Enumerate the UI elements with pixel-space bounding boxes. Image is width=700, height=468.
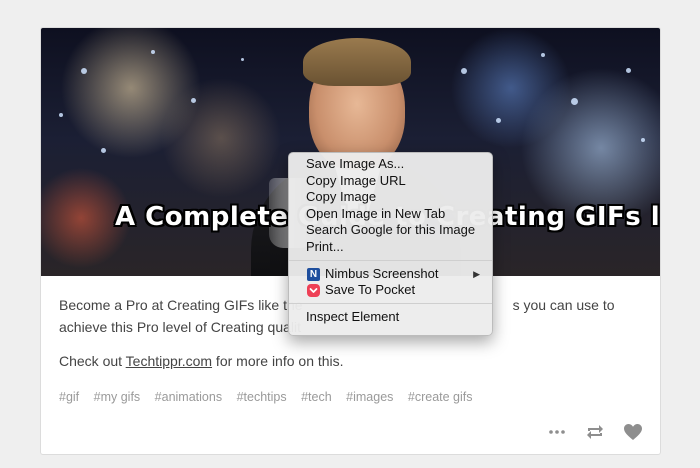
techtippr-link[interactable]: Techtippr.com: [126, 353, 212, 369]
tag-link[interactable]: #create gifs: [408, 390, 473, 404]
nimbus-icon: N: [307, 267, 320, 281]
context-menu: Save Image As... Copy Image URL Copy Ima…: [288, 152, 493, 336]
paragraph-text: Check out: [59, 353, 126, 369]
paragraph-text: Become a Pro at Creating GIFs like the: [59, 297, 303, 313]
menu-separator: [289, 259, 492, 261]
paragraph-text: s you can use to: [512, 297, 615, 313]
menu-item-print[interactable]: Print...: [289, 239, 492, 256]
tag-link[interactable]: #images: [346, 390, 393, 404]
menu-item-copy-image[interactable]: Copy Image: [289, 189, 492, 206]
post-paragraph: Check out Techtippr.com for more info on…: [59, 350, 649, 372]
tag-link[interactable]: #techtips: [237, 390, 287, 404]
submenu-arrow-icon: ▶: [473, 268, 480, 279]
menu-item-label: Save To Pocket: [325, 282, 416, 298]
paragraph-text: achieve this Pro level of Creating quali…: [59, 319, 302, 335]
menu-item-save-image-as[interactable]: Save Image As...: [289, 156, 492, 173]
reblog-icon[interactable]: [584, 421, 606, 443]
menu-item-save-to-pocket[interactable]: Save To Pocket: [289, 282, 492, 299]
paragraph-text: for more info on this.: [212, 353, 344, 369]
tag-link[interactable]: #gif: [59, 390, 79, 404]
tag-link[interactable]: #tech: [301, 390, 332, 404]
menu-item-nimbus-screenshot[interactable]: N Nimbus Screenshot ▶: [289, 266, 492, 283]
menu-item-label: Nimbus Screenshot: [325, 265, 439, 281]
heart-icon[interactable]: [622, 421, 644, 443]
menu-item-copy-image-url[interactable]: Copy Image URL: [289, 173, 492, 190]
pocket-icon: [307, 284, 320, 298]
tag-list: #gif #my gifs #animations #techtips #tec…: [59, 390, 484, 404]
tag-link[interactable]: #my gifs: [94, 390, 141, 404]
tag-link[interactable]: #animations: [155, 390, 222, 404]
menu-item-open-image-new-tab[interactable]: Open Image in New Tab: [289, 206, 492, 223]
menu-item-inspect-element[interactable]: Inspect Element: [289, 309, 492, 326]
post-actions: [546, 421, 644, 443]
menu-separator: [289, 302, 492, 304]
menu-item-search-google-image[interactable]: Search Google for this Image: [289, 222, 492, 239]
more-dots-icon[interactable]: [546, 421, 568, 443]
